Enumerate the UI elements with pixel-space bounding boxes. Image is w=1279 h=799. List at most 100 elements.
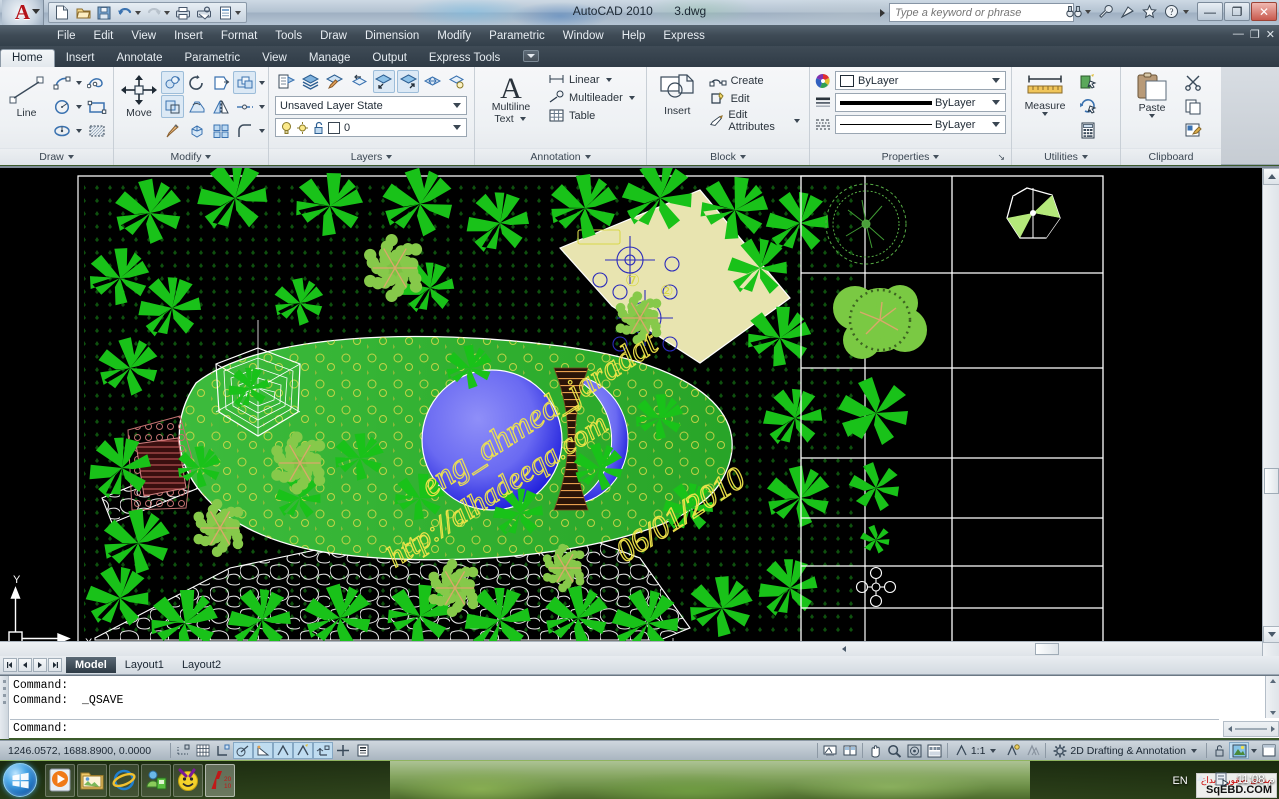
circle-dropdown-caret-icon[interactable] — [76, 105, 82, 109]
media-player-icon[interactable] — [45, 764, 75, 797]
drawing-canvas[interactable]: Y X — [0, 168, 1262, 643]
annotation-scale-caret-icon[interactable] — [990, 749, 996, 753]
command-prompt-line[interactable]: Command: — [10, 719, 1219, 738]
paste-button[interactable]: Paste — [1126, 70, 1178, 118]
menu-tools[interactable]: Tools — [266, 28, 311, 44]
layer-state-combo[interactable]: Unsaved Layer State — [275, 96, 467, 115]
layer-match-icon[interactable] — [324, 70, 346, 93]
array-dropdown-caret-icon[interactable] — [259, 81, 265, 85]
menu-file[interactable]: File — [48, 28, 85, 44]
doc-restore-button[interactable]: ❐ — [1250, 28, 1260, 41]
minimize-button[interactable]: — — [1197, 2, 1223, 21]
cut-icon[interactable] — [1181, 71, 1204, 94]
canvas-horizontal-scrollbar[interactable] — [0, 641, 1262, 656]
search-input[interactable] — [890, 4, 1073, 21]
tab-view[interactable]: View — [251, 49, 298, 67]
internet-explorer-icon[interactable] — [109, 764, 139, 797]
command-history-scrollbar[interactable] — [1265, 676, 1279, 718]
hardware-caret-icon[interactable] — [1251, 749, 1257, 753]
panel-label-properties[interactable]: Properties ↘ — [810, 148, 1011, 165]
copy-icon[interactable] — [161, 71, 184, 94]
table-row-button[interactable]: Table — [546, 107, 639, 124]
plot-icon[interactable] — [173, 4, 193, 22]
match-properties-icon[interactable] — [161, 119, 184, 142]
measure-button[interactable]: Measure — [1017, 70, 1073, 116]
rotate-icon[interactable] — [185, 71, 208, 94]
command-line-horizontal-scrollbar[interactable] — [1223, 721, 1279, 737]
hardware-acceleration-icon[interactable] — [1229, 742, 1249, 759]
satellite-icon[interactable] — [1118, 2, 1137, 21]
chamfer-icon[interactable] — [233, 119, 256, 142]
next-layout-button[interactable] — [33, 658, 47, 672]
cmd-hs-thumb[interactable] — [1235, 728, 1267, 730]
edit-attributes-caret-icon[interactable] — [794, 119, 800, 123]
clean-screen-icon[interactable] — [1259, 742, 1279, 759]
lineweight-caret-icon[interactable] — [989, 94, 1003, 111]
coordinate-display[interactable]: 1246.0572, 1688.8900, 0.0000 — [0, 745, 168, 757]
block-edit-icon[interactable] — [209, 119, 232, 142]
object-color-combo[interactable]: ByLayer — [835, 71, 1006, 90]
line-tool-button[interactable]: Line — [5, 71, 48, 119]
application-menu-caret-icon[interactable] — [32, 9, 40, 14]
ellipse-icon[interactable] — [50, 119, 73, 142]
trim-icon[interactable] — [209, 71, 232, 94]
quick-select-icon[interactable] — [1076, 71, 1099, 94]
application-menu-button[interactable]: A — [2, 0, 44, 25]
arc-icon[interactable] — [50, 71, 73, 94]
open-file-icon[interactable] — [73, 4, 93, 22]
tab-output[interactable]: Output — [361, 49, 418, 67]
paste-special-icon[interactable] — [1181, 119, 1204, 142]
tab-model[interactable]: Model — [66, 657, 116, 673]
tab-parametric[interactable]: Parametric — [174, 49, 252, 67]
allow-ucs-icon[interactable] — [313, 742, 333, 759]
edit-block-row[interactable]: Edit — [707, 90, 804, 107]
start-button[interactable] — [3, 763, 37, 797]
annotation-visibility-icon[interactable] — [1003, 742, 1023, 759]
steering-wheel-icon[interactable] — [905, 742, 925, 759]
menu-express[interactable]: Express — [654, 28, 714, 44]
new-file-icon[interactable] — [52, 4, 72, 22]
infer-constraints-icon[interactable] — [173, 742, 193, 759]
menu-view[interactable]: View — [122, 28, 165, 44]
toolbar-lock-icon[interactable] — [1209, 742, 1229, 759]
measure-caret-icon[interactable] — [1042, 112, 1048, 116]
panel-label-layers[interactable]: Layers — [269, 148, 474, 165]
polar-tracking-icon[interactable] — [253, 742, 273, 759]
calculator-icon[interactable] — [1076, 119, 1099, 142]
undo-icon[interactable] — [115, 4, 135, 22]
zoom-icon[interactable] — [885, 742, 905, 759]
linetype-combo[interactable]: ByLayer — [835, 115, 1006, 134]
messenger-icon[interactable] — [141, 764, 171, 797]
undo-dropdown-caret-icon[interactable] — [135, 11, 141, 15]
rectangle-icon[interactable] — [85, 95, 108, 118]
current-layer-combo[interactable]: 0 — [275, 118, 467, 137]
menu-help[interactable]: Help — [613, 28, 655, 44]
menu-edit[interactable]: Edit — [85, 28, 123, 44]
help-icon[interactable]: ? — [1162, 2, 1181, 21]
tab-home[interactable]: Home — [0, 49, 55, 67]
create-block-row[interactable]: Create — [707, 72, 804, 89]
layer-color-swatch[interactable] — [328, 122, 340, 134]
restore-button[interactable]: ❐ — [1224, 2, 1250, 21]
panel-label-block[interactable]: Block — [647, 148, 809, 165]
quick-calc-update-icon[interactable] — [1076, 95, 1099, 118]
edit-attributes-row[interactable]: Edit Attributes — [707, 108, 804, 134]
object-snap-icon[interactable] — [273, 742, 293, 759]
taskbar-clock[interactable]: 11:08 م — [1237, 774, 1275, 787]
multileader-caret-icon[interactable] — [629, 96, 635, 100]
layer-isolate-icon[interactable] — [373, 70, 395, 93]
mirror-icon[interactable] — [209, 95, 232, 118]
multiline-text-caret-icon[interactable] — [520, 117, 526, 121]
layer-unisolate-icon[interactable] — [397, 70, 419, 93]
ortho-mode-icon[interactable] — [233, 742, 253, 759]
layer-properties-icon[interactable] — [275, 70, 297, 93]
tab-layout1[interactable]: Layout1 — [116, 657, 173, 673]
yahoo-messenger-icon[interactable] — [173, 764, 203, 797]
command-scroll-down-icon[interactable] — [1266, 708, 1279, 717]
grid-display-icon[interactable] — [193, 742, 213, 759]
explorer-icon[interactable] — [77, 764, 107, 797]
chamfer-dropdown-caret-icon[interactable] — [259, 129, 265, 133]
horizontal-scroll-thumb[interactable] — [1035, 643, 1059, 655]
paste-caret-icon[interactable] — [1149, 114, 1155, 118]
layer-off-icon[interactable] — [446, 70, 468, 93]
